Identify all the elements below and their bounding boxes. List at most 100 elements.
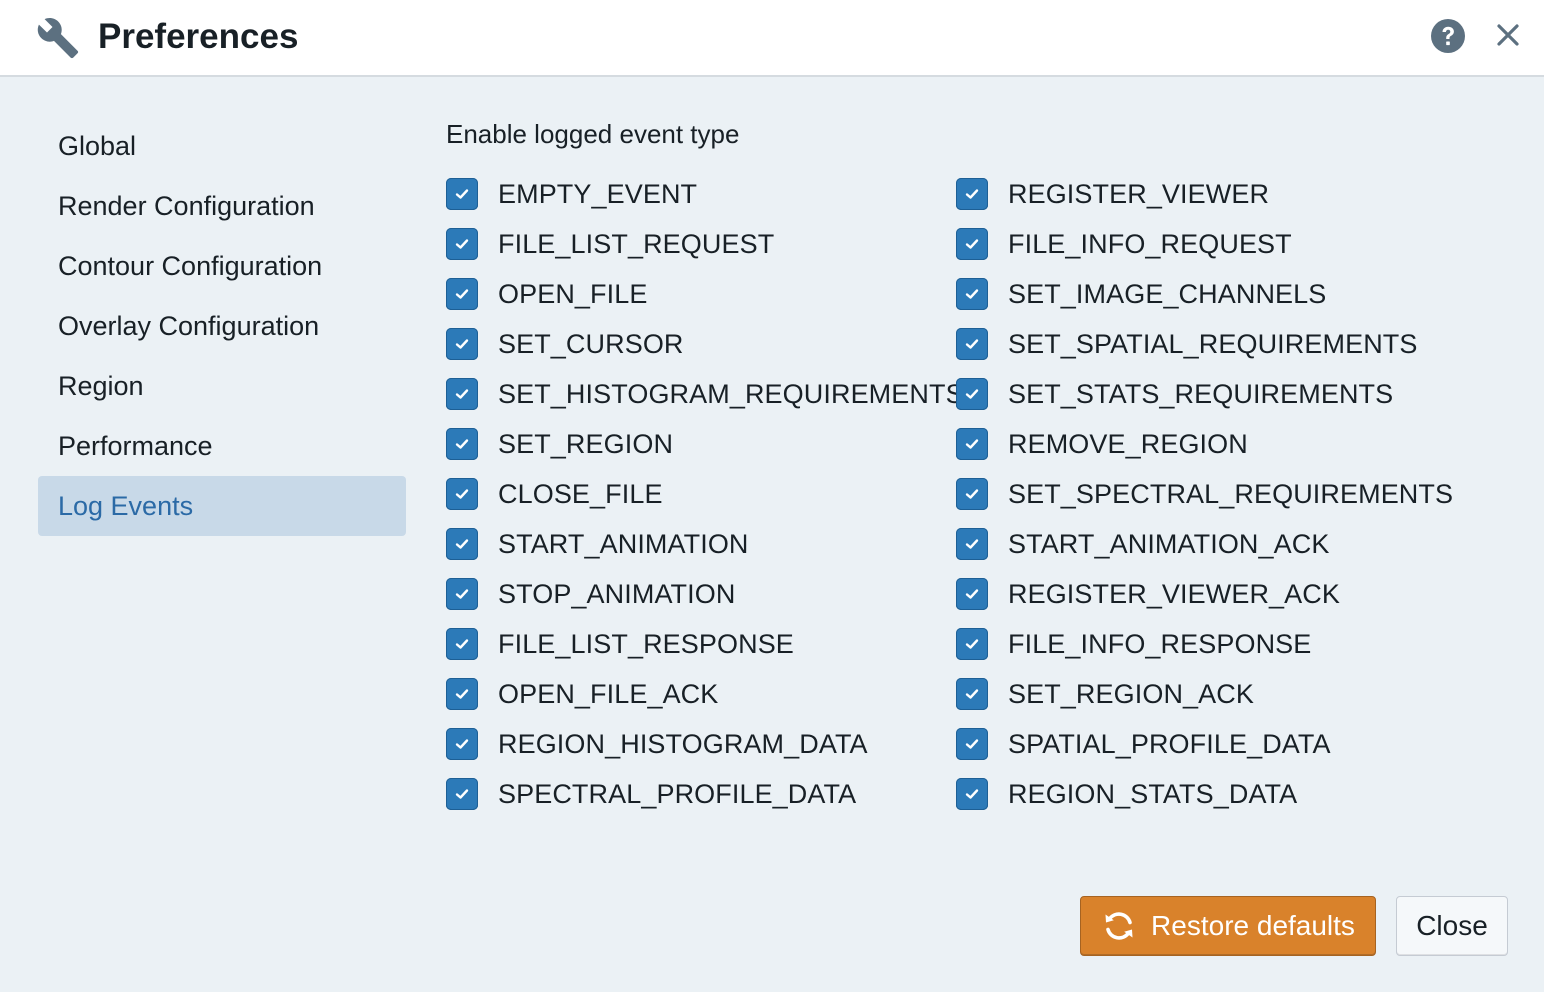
nav-item-contour-configuration[interactable]: Contour Configuration (38, 236, 406, 296)
checkbox-label: CLOSE_FILE (498, 478, 663, 509)
checkbox-checked-icon[interactable] (446, 628, 478, 660)
checkbox-label: SPECTRAL_PROFILE_DATA (498, 778, 857, 809)
checkbox-label: EMPTY_EVENT (498, 178, 698, 209)
checkbox-label: SET_REGION (498, 428, 674, 459)
checkbox-checked-icon[interactable] (956, 628, 988, 660)
checkbox-label: REGISTER_VIEWER_ACK (1008, 578, 1340, 609)
checkbox-spectral-profile-data[interactable]: SPECTRAL_PROFILE_DATA (446, 769, 964, 819)
preferences-nav: Global Render Configuration Contour Conf… (38, 116, 406, 536)
nav-item-log-events[interactable]: Log Events (38, 476, 406, 536)
checkbox-label: OPEN_FILE (498, 278, 648, 309)
checkbox-checked-icon[interactable] (446, 478, 478, 510)
event-column-right: REGISTER_VIEWER FILE_INFO_REQUEST SET_IMAG… (956, 169, 1453, 819)
checkbox-close-file[interactable]: CLOSE_FILE (446, 469, 964, 519)
checkbox-checked-icon[interactable] (956, 278, 988, 310)
checkbox-checked-icon[interactable] (956, 678, 988, 710)
close-button[interactable]: Close (1396, 896, 1508, 956)
checkbox-checked-icon[interactable] (956, 728, 988, 760)
checkbox-stop-animation[interactable]: STOP_ANIMATION (446, 569, 964, 619)
checkbox-open-file-ack[interactable]: OPEN_FILE_ACK (446, 669, 964, 719)
checkbox-file-list-request[interactable]: FILE_LIST_REQUEST (446, 219, 964, 269)
checkbox-remove-region[interactable]: REMOVE_REGION (956, 419, 1453, 469)
checkbox-label: SPATIAL_PROFILE_DATA (1008, 728, 1331, 759)
checkbox-set-spectral-requirements[interactable]: SET_SPECTRAL_REQUIREMENTS (956, 469, 1453, 519)
checkbox-checked-icon[interactable] (956, 328, 988, 360)
checkbox-checked-icon[interactable] (446, 428, 478, 460)
checkbox-register-viewer-ack[interactable]: REGISTER_VIEWER_ACK (956, 569, 1453, 619)
checkbox-checked-icon[interactable] (956, 778, 988, 810)
dialog-title: Preferences (98, 17, 299, 56)
checkbox-checked-icon[interactable] (956, 478, 988, 510)
log-events-panel: Enable logged event type EMPTY_EVENT FILE… (446, 114, 1506, 810)
checkbox-checked-icon[interactable] (446, 578, 478, 610)
checkbox-checked-icon[interactable] (956, 228, 988, 260)
nav-item-performance[interactable]: Performance (38, 416, 406, 476)
checkbox-checked-icon[interactable] (446, 278, 478, 310)
help-circle-icon[interactable] (1430, 18, 1466, 54)
checkbox-file-list-response[interactable]: FILE_LIST_RESPONSE (446, 619, 964, 669)
refresh-icon (1105, 912, 1133, 940)
checkbox-label: FILE_LIST_REQUEST (498, 228, 775, 259)
checkbox-start-animation[interactable]: START_ANIMATION (446, 519, 964, 569)
checkbox-register-viewer[interactable]: REGISTER_VIEWER (956, 169, 1453, 219)
checkbox-region-stats-data[interactable]: REGION_STATS_DATA (956, 769, 1453, 819)
checkbox-set-cursor[interactable]: SET_CURSOR (446, 319, 964, 369)
checkbox-checked-icon[interactable] (446, 728, 478, 760)
dialog-footer: Restore defaults Close (1080, 896, 1508, 956)
nav-item-region[interactable]: Region (38, 356, 406, 416)
checkbox-checked-icon[interactable] (446, 778, 478, 810)
event-column-left: EMPTY_EVENT FILE_LIST_REQUEST OPEN_FILE SET… (446, 169, 964, 819)
checkbox-checked-icon[interactable] (956, 178, 988, 210)
checkbox-set-image-channels[interactable]: SET_IMAGE_CHANNELS (956, 269, 1453, 319)
checkbox-checked-icon[interactable] (956, 428, 988, 460)
checkbox-label: FILE_INFO_RESPONSE (1008, 628, 1312, 659)
checkbox-label: SET_CURSOR (498, 328, 684, 359)
checkbox-label: FILE_LIST_RESPONSE (498, 628, 794, 659)
checkbox-set-stats-requirements[interactable]: SET_STATS_REQUIREMENTS (956, 369, 1453, 419)
checkbox-set-histogram-requirements[interactable]: SET_HISTOGRAM_REQUIREMENTS (446, 369, 964, 419)
checkbox-label: SET_SPATIAL_REQUIREMENTS (1008, 328, 1418, 359)
checkbox-file-info-response[interactable]: FILE_INFO_RESPONSE (956, 619, 1453, 669)
restore-defaults-label: Restore defaults (1151, 910, 1355, 941)
wrench-icon (37, 18, 79, 59)
checkbox-empty-event[interactable]: EMPTY_EVENT (446, 169, 964, 219)
checkbox-checked-icon[interactable] (446, 328, 478, 360)
nav-item-overlay-configuration[interactable]: Overlay Configuration (38, 296, 406, 356)
checkbox-checked-icon[interactable] (956, 528, 988, 560)
dialog-header: Preferences (0, 0, 1544, 77)
checkbox-label: REGION_STATS_DATA (1008, 778, 1298, 809)
restore-defaults-button[interactable]: Restore defaults (1080, 896, 1376, 956)
checkbox-label: FILE_INFO_REQUEST (1008, 228, 1292, 259)
checkbox-set-spatial-requirements[interactable]: SET_SPATIAL_REQUIREMENTS (956, 319, 1453, 369)
checkbox-label: REGISTER_VIEWER (1008, 178, 1270, 209)
checkbox-region-histogram-data[interactable]: REGION_HISTOGRAM_DATA (446, 719, 964, 769)
checkbox-set-region-ack[interactable]: SET_REGION_ACK (956, 669, 1453, 719)
checkbox-label: SET_SPECTRAL_REQUIREMENTS (1008, 478, 1454, 509)
checkbox-label: REMOVE_REGION (1008, 428, 1248, 459)
checkbox-set-region[interactable]: SET_REGION (446, 419, 964, 469)
preferences-dialog: Preferences Global Render Configuration … (0, 0, 1544, 992)
checkbox-label: SET_HISTOGRAM_REQUIREMENTS (498, 378, 964, 409)
checkbox-file-info-request[interactable]: FILE_INFO_REQUEST (956, 219, 1453, 269)
checkbox-checked-icon[interactable] (956, 378, 988, 410)
checkbox-label: SET_REGION_ACK (1008, 678, 1254, 709)
checkbox-checked-icon[interactable] (446, 178, 478, 210)
checkbox-open-file[interactable]: OPEN_FILE (446, 269, 964, 319)
checkbox-label: SET_IMAGE_CHANNELS (1008, 278, 1327, 309)
checkbox-checked-icon[interactable] (956, 578, 988, 610)
checkbox-label: OPEN_FILE_ACK (498, 678, 719, 709)
checkbox-checked-icon[interactable] (446, 678, 478, 710)
checkbox-label: SET_STATS_REQUIREMENTS (1008, 378, 1394, 409)
checkbox-label: REGION_HISTOGRAM_DATA (498, 728, 868, 759)
checkbox-label: START_ANIMATION_ACK (1008, 528, 1330, 559)
checkbox-start-animation-ack[interactable]: START_ANIMATION_ACK (956, 519, 1453, 569)
checkbox-label: STOP_ANIMATION (498, 578, 736, 609)
checkbox-spatial-profile-data[interactable]: SPATIAL_PROFILE_DATA (956, 719, 1453, 769)
nav-item-global[interactable]: Global (38, 116, 406, 176)
nav-item-render-configuration[interactable]: Render Configuration (38, 176, 406, 236)
close-icon[interactable] (1493, 20, 1523, 50)
checkbox-checked-icon[interactable] (446, 378, 478, 410)
checkbox-checked-icon[interactable] (446, 528, 478, 560)
checkbox-checked-icon[interactable] (446, 228, 478, 260)
checkbox-label: START_ANIMATION (498, 528, 749, 559)
